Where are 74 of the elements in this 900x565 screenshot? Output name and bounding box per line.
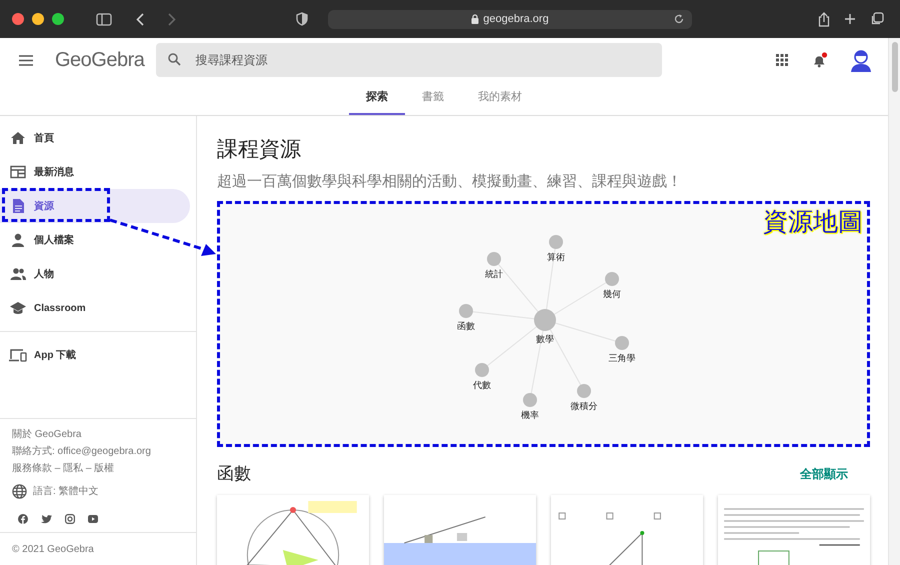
topic-label[interactable]: 幾何	[603, 289, 621, 299]
facebook-icon[interactable]	[18, 514, 28, 524]
show-all-link[interactable]: 全部顯示	[800, 464, 848, 483]
logo[interactable]: GeoGebra	[55, 45, 144, 75]
person-icon	[10, 232, 26, 248]
home-icon	[10, 130, 26, 146]
topic-node[interactable]	[549, 235, 563, 249]
topic-node[interactable]	[459, 304, 473, 318]
twitter-icon[interactable]	[41, 514, 52, 524]
globe-icon	[12, 484, 27, 499]
tab[interactable]: 探索	[349, 82, 405, 115]
people-icon	[10, 266, 26, 282]
new-tab-icon[interactable]	[844, 13, 856, 25]
topic-node[interactable]	[615, 336, 629, 350]
notification-bell-icon[interactable]	[812, 52, 828, 68]
graduation-cap-icon	[10, 300, 26, 316]
copyright-text: © 2021 GeoGebra	[12, 542, 94, 556]
page-subtitle: 超過一百萬個數學與科學相關的活動、模擬動畫、練習、課程與遊戲！	[217, 172, 683, 192]
tab[interactable]: 我的素材	[461, 82, 539, 115]
shield-icon[interactable]	[296, 12, 308, 26]
legal-links[interactable]: 服務條款 – 隱私 – 版權	[12, 461, 196, 476]
apps-grid-icon[interactable]	[776, 54, 788, 66]
center-label[interactable]: 數學	[536, 334, 554, 344]
app-download-item[interactable]: App 下載	[0, 338, 196, 373]
annotation-label: 資源地圖	[763, 207, 863, 238]
topic-node[interactable]	[605, 272, 619, 286]
sidebar-item[interactable]: 人物	[0, 257, 190, 291]
tabs-overview-icon[interactable]	[870, 12, 884, 26]
topic-label[interactable]: 函數	[457, 321, 475, 331]
scrollbar-thumb[interactable]	[892, 42, 898, 92]
sidebar-item[interactable]: 最新消息	[0, 155, 190, 189]
topic-label[interactable]: 微積分	[570, 401, 598, 411]
search-icon	[168, 53, 182, 66]
close-icon[interactable]	[12, 13, 24, 25]
back-icon[interactable]	[136, 12, 144, 26]
topic-label[interactable]: 代數	[473, 380, 491, 390]
maximize-icon[interactable]	[52, 13, 64, 25]
share-icon[interactable]	[818, 12, 830, 26]
reload-icon[interactable]	[674, 14, 684, 24]
topic-label[interactable]: 統計	[485, 269, 503, 279]
minimize-icon[interactable]	[32, 13, 44, 25]
sidebar-item[interactable]: 個人檔案	[0, 223, 190, 257]
tab[interactable]: 書籤	[405, 82, 461, 115]
lock-icon	[471, 14, 480, 24]
topic-node[interactable]	[475, 363, 489, 377]
sidebar-icon[interactable]	[96, 12, 112, 26]
url-text: geogebra.org	[483, 12, 549, 27]
topic-label[interactable]: 算術	[547, 252, 565, 262]
topic-node[interactable]	[487, 252, 501, 266]
youtube-icon[interactable]	[88, 515, 98, 523]
avatar-icon[interactable]	[848, 47, 874, 73]
sidebar-item[interactable]: 首頁	[0, 121, 190, 155]
topic-node[interactable]	[523, 393, 537, 407]
about-link[interactable]: 關於 GeoGebra	[12, 427, 196, 442]
topic-node[interactable]	[577, 384, 591, 398]
topic-label[interactable]: 機率	[521, 410, 539, 420]
language-selector[interactable]: 語言: 繁體中文	[12, 484, 196, 499]
sidebar-item[interactable]: Classroom	[0, 291, 190, 325]
section-title: 函數	[217, 463, 251, 485]
menu-icon[interactable]	[19, 54, 33, 66]
newspaper-icon	[10, 164, 26, 180]
sidebar-item[interactable]: 資源	[0, 189, 190, 223]
center-node[interactable]	[534, 309, 556, 331]
resource-map[interactable]: 資源地圖 算術 統計 幾何 函數 數學 三角學 代數 微積分 機率	[217, 201, 870, 447]
instagram-icon[interactable]	[65, 514, 75, 524]
page-title: 課程資源	[217, 137, 302, 163]
devices-icon	[9, 349, 27, 362]
forward-icon[interactable]	[168, 12, 176, 26]
topic-label[interactable]: 三角學	[608, 353, 636, 363]
activity-card[interactable]	[217, 494, 369, 565]
contact-link[interactable]: 聯絡方式: office@geogebra.org	[12, 444, 196, 459]
search-field[interactable]: 搜尋課程資源	[156, 43, 662, 77]
address-bar[interactable]: geogebra.org	[328, 10, 692, 28]
document-icon	[10, 198, 26, 214]
